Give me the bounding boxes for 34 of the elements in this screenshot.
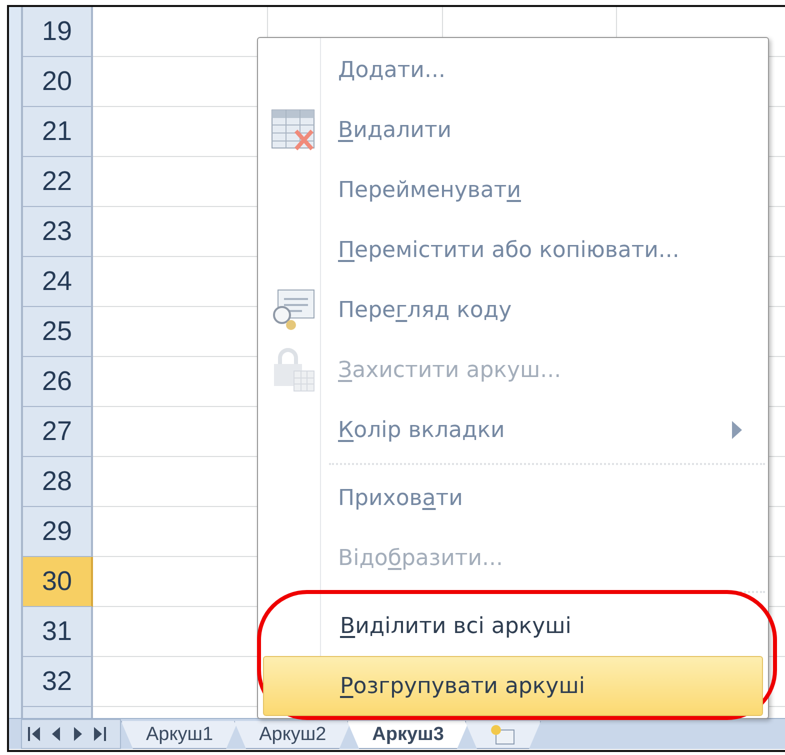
row-header[interactable]: 23 (21, 207, 93, 257)
previous-sheet-icon[interactable] (50, 727, 62, 741)
row-header[interactable]: 21 (21, 107, 93, 157)
new-sheet-tab[interactable] (464, 721, 541, 749)
row-header[interactable]: 31 (21, 607, 93, 657)
row-header[interactable]: 30 (21, 557, 93, 607)
sheet-tab[interactable]: Аркуш1 (121, 721, 238, 749)
menu-item[interactable]: Перегляд коду (261, 280, 765, 340)
menu-item[interactable]: Перейменувати (261, 160, 765, 220)
menu-item[interactable]: Колір вкладки (261, 400, 765, 460)
row-header[interactable]: 25 (21, 307, 93, 357)
menu-item[interactable]: Розгрупувати аркуші (263, 656, 763, 716)
new-sheet-icon (490, 724, 516, 746)
menu-item[interactable]: Перемістити або копіювати... (261, 220, 765, 280)
row-header[interactable]: 29 (21, 507, 93, 557)
code-view-icon (270, 287, 316, 333)
row-header[interactable]: 27 (21, 407, 93, 457)
row-header[interactable]: 22 (21, 157, 93, 207)
row-header[interactable]: 28 (21, 457, 93, 507)
menu-item[interactable]: Виділити всі аркуші (263, 596, 763, 656)
menu-item[interactable]: Додати... (261, 40, 765, 100)
table-delete-icon (270, 107, 316, 153)
first-sheet-icon[interactable] (28, 727, 40, 741)
menu-item[interactable]: Видалити (261, 100, 765, 160)
row-header[interactable]: 24 (21, 257, 93, 307)
sheet-tab[interactable]: Аркуш2 (234, 721, 352, 749)
next-sheet-icon[interactable] (72, 727, 84, 741)
row-header[interactable]: 26 (21, 357, 93, 407)
row-header[interactable]: 19 (21, 7, 93, 57)
row-header[interactable]: 20 (21, 57, 93, 107)
last-sheet-icon[interactable] (94, 727, 106, 741)
sheet-tab[interactable]: Аркуш3 (347, 721, 469, 749)
row-header[interactable]: 32 (21, 657, 93, 707)
menu-item[interactable]: Приховати (261, 468, 765, 528)
